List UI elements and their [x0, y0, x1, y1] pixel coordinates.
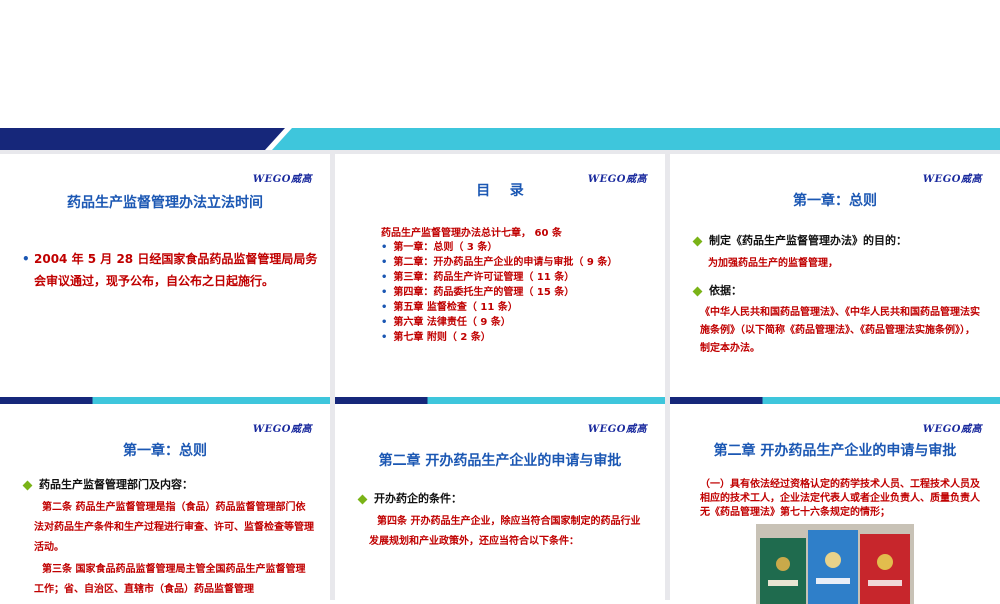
slide-title: 目 录 [476, 183, 524, 199]
bullet-item: • 2004 年 5 月 28 日经国家食品药品监督管理局局务会审议通过，现予公… [22, 248, 322, 292]
point-heading: 开办药企的条件： [357, 490, 462, 506]
bullet-dot-icon: • [381, 242, 388, 253]
bullet-dot-icon: • [22, 252, 30, 266]
bullet-dot-icon: • [381, 302, 388, 313]
diamond-bullet-icon [692, 236, 703, 246]
diamond-bullet-icon [22, 480, 33, 490]
point-text: 《中华人民共和国药品管理法》、《中华人民共和国药品管理法实施条例》（以下简称《药… [700, 307, 980, 354]
toc-list: • 第一章：总则（ 3 条） • 第二章：开办药品生产企业的申请与审批（ 9 条） … [381, 240, 621, 345]
slide-title: 第一章：总则 [793, 193, 877, 209]
slide-thumbnail-3[interactable]: WEGO威高 第一章：总则 制定《药品生产监督管理办法》的目的： 为加强药品生产… [670, 154, 1000, 404]
header-banner [0, 128, 1000, 150]
toc-item[interactable]: • 第六章 法律责任（ 9 条） [381, 315, 621, 330]
bullet-dot-icon: • [381, 287, 388, 298]
slide-thumbnail-1[interactable]: WEGO威高 药品生产监督管理办法立法时间 • 2004 年 5 月 28 日经… [0, 154, 330, 404]
diamond-bullet-icon [357, 494, 368, 504]
slide-title: 第二章 开办药品生产企业的申请与审批 [378, 453, 622, 469]
slide-footer-bar [335, 397, 665, 404]
bullet-dot-icon: • [381, 332, 388, 343]
diamond-bullet-icon [692, 286, 703, 296]
article-paragraph: （一）具有依法经过资格认定的药学技术人员、工程技术人员及相应的技术工人，企业法定… [700, 479, 980, 518]
slide-title: 第二章 开办药品生产企业的申请与审批 [713, 443, 957, 459]
bullet-dot-icon: • [381, 317, 388, 328]
toc-item[interactable]: • 第四章：药品委托生产的管理（ 15 条） [381, 285, 621, 300]
toc-item[interactable]: • 第七章 附则（ 2 条） [381, 330, 621, 345]
article-paragraph: 第二条 药品生产监督管理是指（食品）药品监督管理部门依法对药品生产条件和生产过程… [34, 502, 314, 553]
license-certificates-image [756, 524, 914, 604]
slide-thumbnail-5[interactable]: WEGO威高 第二章 开办药品生产企业的申请与审批 开办药企的条件： 第四条 开… [335, 404, 665, 604]
toc-item[interactable]: • 第五章 监督检查（ 11 条） [381, 300, 621, 315]
wego-logo: WEGO威高 [252, 174, 312, 185]
point-heading: 药品生产监督管理部门及内容： [22, 476, 193, 492]
slide-thumbnail-2[interactable]: WEGO威高 目 录 药品生产监督管理办法总计七章， 60 条 • 第一章：总则（… [335, 154, 665, 404]
slide-thumbnail-4[interactable]: WEGO威高 第一章：总则 药品生产监督管理部门及内容： 第二条 药品生产监督管… [0, 404, 330, 604]
point-text: 为加强药品生产的监督管理， [708, 258, 838, 269]
slide-footer-bar [670, 397, 1000, 404]
wego-logo: WEGO威高 [252, 424, 312, 435]
toc-item[interactable]: • 第二章：开办药品生产企业的申请与审批（ 9 条） [381, 255, 621, 270]
bullet-dot-icon: • [381, 257, 388, 268]
wego-logo: WEGO威高 [922, 424, 982, 435]
article-paragraph: 第三条 国家食品药品监督管理局主管全国药品生产监督管理工作；省、自治区、直辖市（… [34, 564, 306, 595]
bullet-dot-icon: • [381, 272, 388, 283]
toc-item[interactable]: • 第一章：总则（ 3 条） [381, 240, 621, 255]
slide-title: 药品生产监督管理办法立法时间 [67, 195, 263, 211]
toc-intro: 药品生产监督管理办法总计七章， 60 条 [381, 228, 562, 239]
wego-logo: WEGO威高 [587, 424, 647, 435]
point-heading: 依据： [692, 282, 742, 298]
slide-thumbnail-grid: WEGO威高 药品生产监督管理办法立法时间 • 2004 年 5 月 28 日经… [0, 150, 1000, 604]
slide-footer-bar [0, 397, 330, 404]
point-heading: 制定《药品生产监督管理办法》的目的： [692, 232, 907, 248]
article-paragraph: 第四条 开办药品生产企业，除应当符合国家制定的药品行业发展规划和产业政策外，还应… [369, 516, 641, 547]
slide-thumbnail-6[interactable]: WEGO威高 第二章 开办药品生产企业的申请与审批 （一）具有依法经过资格认定的… [670, 404, 1000, 604]
wego-logo: WEGO威高 [922, 174, 982, 185]
slide-title: 第一章：总则 [123, 443, 207, 459]
toc-item[interactable]: • 第三章：药品生产许可证管理（ 11 条） [381, 270, 621, 285]
